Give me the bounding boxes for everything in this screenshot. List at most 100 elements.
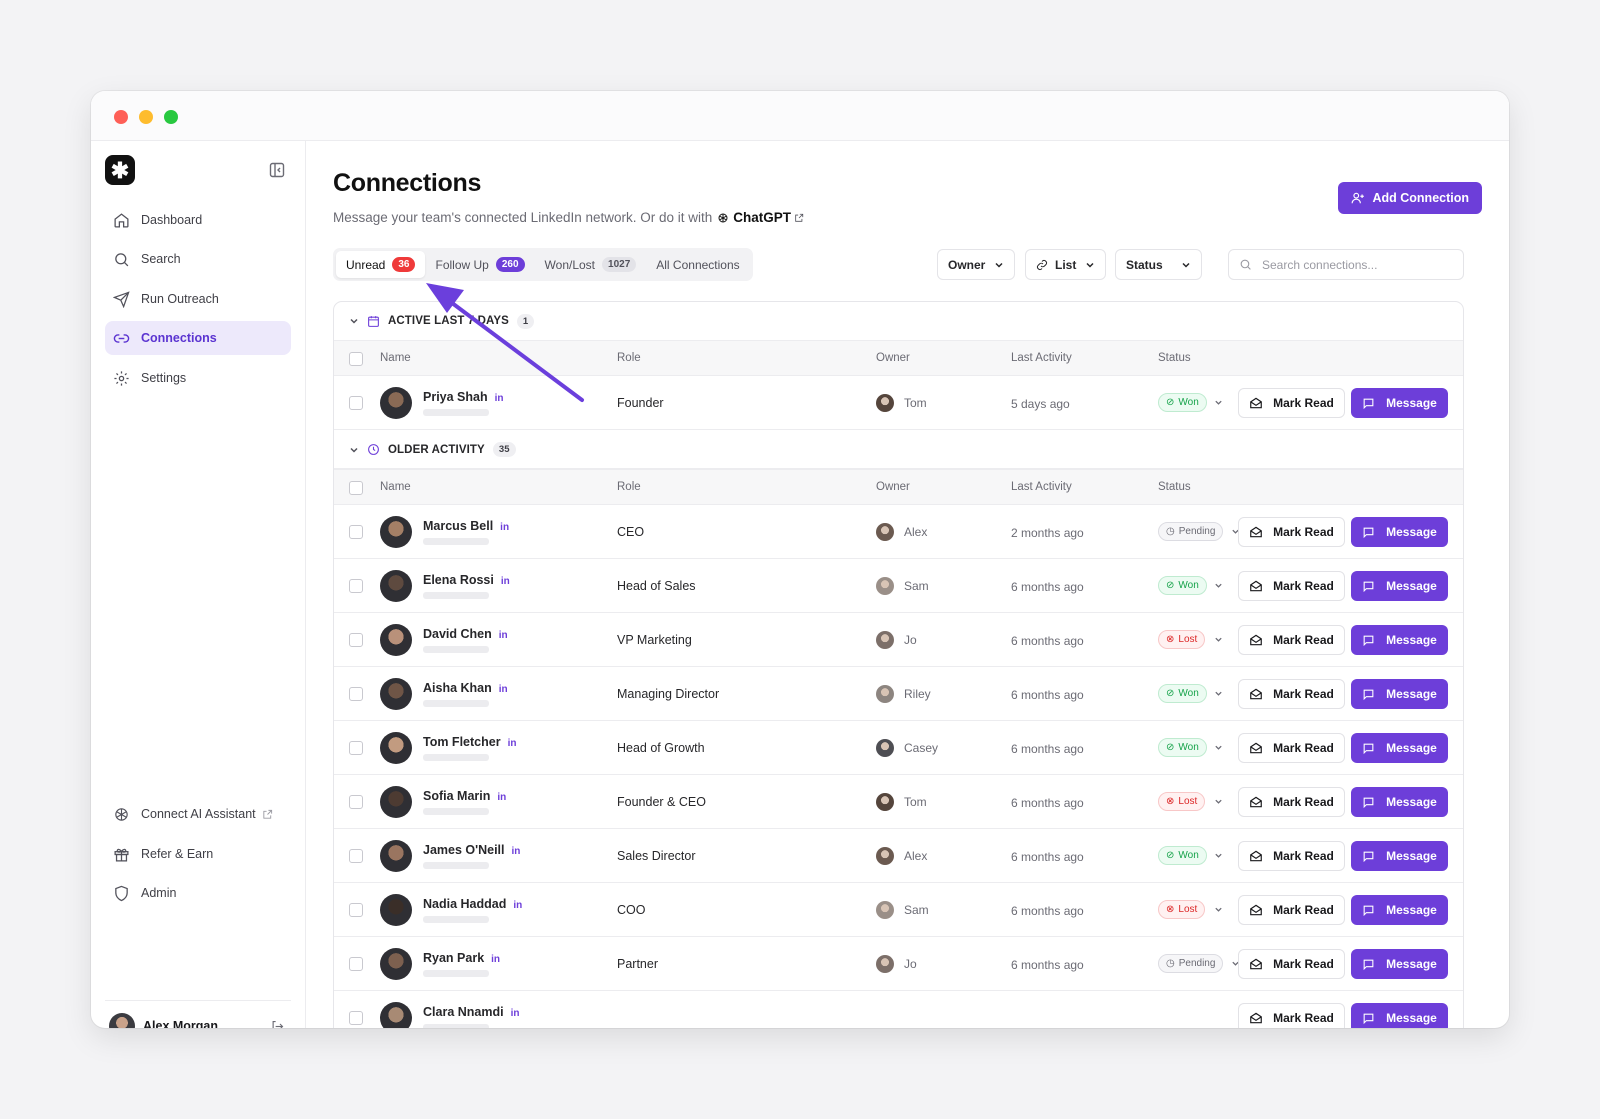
- table-row[interactable]: James O'Neill in Sales Director Alex 6 month…: [334, 829, 1463, 883]
- nav-settings[interactable]: Settings: [105, 361, 291, 395]
- row-checkbox[interactable]: [349, 957, 363, 971]
- table-row[interactable]: David Chen in VP Marketing Jo 6 months ago ⊗ L…: [334, 613, 1463, 667]
- chatgpt-link[interactable]: ChatGPT: [733, 210, 791, 225]
- mark-read-button[interactable]: Mark Read: [1238, 517, 1345, 547]
- status-dropdown-icon[interactable]: [1214, 581, 1223, 590]
- linkedin-icon[interactable]: in: [512, 846, 521, 857]
- table-row[interactable]: Nadia Haddad in COO Sam 6 months ago ⊗ Lost Mar…: [334, 883, 1463, 937]
- status-badge[interactable]: ⊘ Won: [1158, 684, 1207, 703]
- mark-read-button[interactable]: Mark Read: [1238, 895, 1345, 925]
- mark-read-button[interactable]: Mark Read: [1238, 388, 1345, 418]
- status-badge[interactable]: ◷ Pending: [1158, 954, 1224, 973]
- contact-name[interactable]: Aisha Khan: [423, 681, 492, 695]
- status-badge[interactable]: ⊗ Lost: [1158, 792, 1206, 811]
- mark-read-button[interactable]: Mark Read: [1238, 787, 1345, 817]
- nav-dashboard[interactable]: Dashboard: [105, 203, 291, 237]
- nav-connect-ai-assistant[interactable]: Connect AI Assistant: [105, 797, 291, 831]
- status-badge[interactable]: ⊗ Lost: [1158, 900, 1206, 919]
- contact-name[interactable]: Sofia Marin: [423, 789, 490, 803]
- status-filter[interactable]: Status: [1115, 249, 1202, 280]
- linkedin-icon[interactable]: in: [508, 738, 517, 749]
- table-row[interactable]: Marcus Bell in CEO Alex 2 months ago ◷ Pending…: [334, 505, 1463, 559]
- linkedin-icon[interactable]: in: [499, 684, 508, 695]
- select-all-checkbox[interactable]: [349, 481, 363, 495]
- add-connection-button[interactable]: Add Connection: [1338, 182, 1482, 214]
- contact-name[interactable]: James O'Neill: [423, 843, 505, 857]
- contact-name[interactable]: Priya Shah: [423, 390, 488, 404]
- linkedin-icon[interactable]: in: [495, 393, 504, 404]
- mark-read-button[interactable]: Mark Read: [1238, 679, 1345, 709]
- status-badge[interactable]: ⊘ Won: [1158, 846, 1207, 865]
- nav-search[interactable]: Search: [105, 242, 291, 276]
- status-dropdown-icon[interactable]: [1214, 635, 1223, 644]
- linkedin-icon[interactable]: in: [511, 1008, 520, 1019]
- contact-name[interactable]: Clara Nnamdi: [423, 1005, 504, 1019]
- group-header-older[interactable]: Older activity 35: [334, 431, 1463, 469]
- status-dropdown-icon[interactable]: [1214, 743, 1223, 752]
- status-badge[interactable]: ⊘ Won: [1158, 393, 1207, 412]
- contact-name[interactable]: Tom Fletcher: [423, 735, 501, 749]
- table-row[interactable]: Ryan Park in Partner Jo 6 months ago ◷ Pending…: [334, 937, 1463, 991]
- table-row[interactable]: Priya Shah in Founder Tom 5 days ago ⊘ Won Mark…: [334, 376, 1463, 430]
- status-dropdown-icon[interactable]: [1214, 797, 1223, 806]
- collapse-sidebar-icon[interactable]: [269, 162, 285, 178]
- status-dropdown-icon[interactable]: [1214, 905, 1223, 914]
- message-button[interactable]: Message: [1351, 517, 1448, 547]
- contact-name[interactable]: Nadia Haddad: [423, 897, 506, 911]
- row-checkbox[interactable]: [349, 525, 363, 539]
- message-button[interactable]: Message: [1351, 787, 1448, 817]
- tab-unread[interactable]: Unread 36: [336, 251, 426, 278]
- linkedin-icon[interactable]: in: [500, 522, 509, 533]
- nav-admin[interactable]: Admin: [105, 876, 291, 910]
- message-button[interactable]: Message: [1351, 841, 1448, 871]
- message-button[interactable]: Message: [1351, 571, 1448, 601]
- user-profile[interactable]: Alex Morgan: [109, 1011, 285, 1028]
- search-connections-input[interactable]: Search connections...: [1228, 249, 1464, 280]
- status-dropdown-icon[interactable]: [1214, 851, 1223, 860]
- linkedin-icon[interactable]: in: [513, 900, 522, 911]
- select-all-checkbox[interactable]: [349, 352, 363, 366]
- message-button[interactable]: Message: [1351, 1003, 1448, 1028]
- app-logo[interactable]: ✱: [105, 155, 135, 185]
- mark-read-button[interactable]: Mark Read: [1238, 949, 1345, 979]
- linkedin-icon[interactable]: in: [501, 576, 510, 587]
- tab-follow-up[interactable]: Follow Up 260: [425, 251, 534, 278]
- table-row[interactable]: Elena Rossi in Head of Sales Sam 6 months ag…: [334, 559, 1463, 613]
- close-window-button[interactable]: [114, 110, 128, 124]
- status-dropdown-icon[interactable]: [1214, 689, 1223, 698]
- status-badge[interactable]: ◷ Pending: [1158, 522, 1224, 541]
- row-checkbox[interactable]: [349, 687, 363, 701]
- row-checkbox[interactable]: [349, 903, 363, 917]
- group-header-active[interactable]: Active last 7 days 1: [334, 302, 1463, 340]
- row-checkbox[interactable]: [349, 1011, 363, 1025]
- tab-all-connections[interactable]: All Connections: [646, 251, 749, 278]
- linkedin-icon[interactable]: in: [491, 954, 500, 965]
- table-row[interactable]: Sofia Marin in Founder & CEO Tom 6 months ag…: [334, 775, 1463, 829]
- status-badge[interactable]: ⊘ Won: [1158, 738, 1207, 757]
- mark-read-button[interactable]: Mark Read: [1238, 841, 1345, 871]
- contact-name[interactable]: Elena Rossi: [423, 573, 494, 587]
- minimize-window-button[interactable]: [139, 110, 153, 124]
- message-button[interactable]: Message: [1351, 679, 1448, 709]
- mark-read-button[interactable]: Mark Read: [1238, 1003, 1345, 1028]
- nav-connections[interactable]: Connections: [105, 321, 291, 355]
- maximize-window-button[interactable]: [164, 110, 178, 124]
- row-checkbox[interactable]: [349, 741, 363, 755]
- nav-run-outreach[interactable]: Run Outreach: [105, 282, 291, 316]
- message-button[interactable]: Message: [1351, 625, 1448, 655]
- linkedin-icon[interactable]: in: [497, 792, 506, 803]
- table-row[interactable]: Tom Fletcher in Head of Growth Casey 6 month…: [334, 721, 1463, 775]
- table-row[interactable]: Aisha Khan in Managing Director Riley 6 mont…: [334, 667, 1463, 721]
- row-checkbox[interactable]: [349, 579, 363, 593]
- contact-name[interactable]: Ryan Park: [423, 951, 484, 965]
- message-button[interactable]: Message: [1351, 733, 1448, 763]
- status-badge[interactable]: ⊗ Lost: [1158, 630, 1206, 649]
- logout-icon[interactable]: [270, 1019, 285, 1029]
- owner-filter[interactable]: Owner: [937, 249, 1016, 280]
- message-button[interactable]: Message: [1351, 949, 1448, 979]
- status-badge[interactable]: ⊘ Won: [1158, 576, 1207, 595]
- mark-read-button[interactable]: Mark Read: [1238, 571, 1345, 601]
- message-button[interactable]: Message: [1351, 895, 1448, 925]
- tab-won-lost[interactable]: Won/Lost 1027: [535, 251, 647, 278]
- row-checkbox[interactable]: [349, 633, 363, 647]
